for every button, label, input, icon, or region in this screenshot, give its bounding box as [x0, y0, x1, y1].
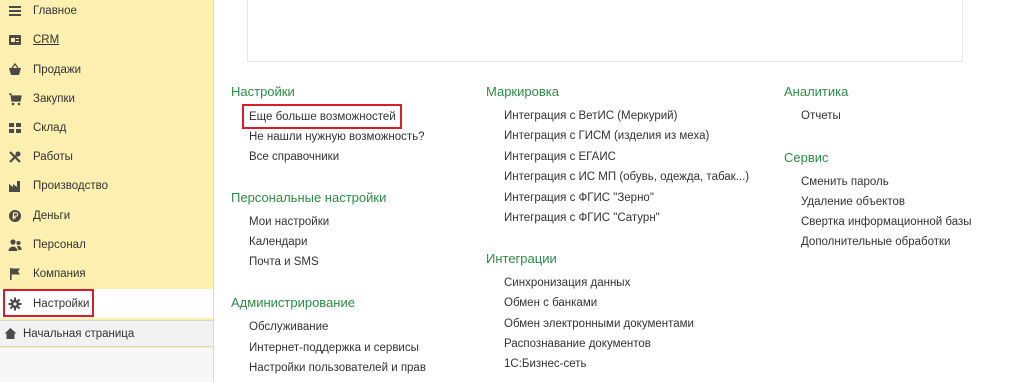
top-panel: [247, 0, 963, 62]
link-maintenance[interactable]: Обслуживание: [249, 321, 328, 333]
flag-icon: [8, 267, 22, 281]
link-reports[interactable]: Отчеты: [801, 110, 841, 122]
link-document-recognition[interactable]: Распознавание документов: [504, 338, 651, 350]
sidebar: Главное CRM Продажи Закупки Склад Работы: [0, 0, 214, 382]
sidebar-item-label: CRM: [33, 33, 60, 46]
menu-lines-icon: [8, 4, 22, 18]
sidebar-item-label: Склад: [33, 121, 67, 134]
factory-icon: [8, 179, 22, 193]
link-change-password[interactable]: Сменить пароль: [801, 176, 889, 188]
more-features-highlight-frame: [242, 104, 402, 129]
basket-icon: [8, 62, 22, 77]
link-is-mp[interactable]: Интеграция с ИС МП (обувь, одежда, табак…: [504, 171, 749, 183]
sidebar-item-crm[interactable]: CRM: [0, 25, 213, 54]
sidebar-item-warehouse[interactable]: Склад: [0, 113, 213, 142]
section-title-personal-settings: Персональные настройки: [231, 190, 387, 205]
warehouse-grid-icon: [8, 121, 22, 135]
section-title-integrations: Интеграции: [486, 251, 557, 266]
section-title-marking: Маркировка: [486, 84, 559, 99]
sidebar-bottom-area: [0, 348, 213, 382]
link-vetis[interactable]: Интеграция с ВетИС (Меркурий): [504, 110, 677, 122]
link-bank-exchange[interactable]: Обмен с банками: [504, 297, 597, 309]
link-additional-processors[interactable]: Дополнительные обработки: [801, 236, 950, 248]
sidebar-item-purchases[interactable]: Закупки: [0, 84, 213, 113]
section-title-service: Сервис: [784, 150, 829, 165]
crm-card-icon: [8, 33, 22, 47]
link-calendars[interactable]: Календари: [249, 236, 307, 248]
link-not-found-feature[interactable]: Не нашли нужную возможность?: [249, 131, 425, 143]
link-my-settings[interactable]: Мои настройки: [249, 216, 329, 228]
sidebar-item-money[interactable]: Деньги: [0, 201, 213, 230]
section-title-settings: Настройки: [231, 84, 295, 99]
link-delete-objects[interactable]: Удаление объектов: [801, 196, 905, 208]
link-mail-sms[interactable]: Почта и SMS: [249, 256, 319, 268]
sidebar-item-label: Закупки: [33, 92, 75, 105]
ruble-coin-icon: [8, 209, 22, 223]
link-egais[interactable]: Интеграция с ЕГАИС: [504, 151, 616, 163]
sidebar-item-main[interactable]: Главное: [0, 0, 213, 25]
link-data-sync[interactable]: Синхронизация данных: [504, 277, 630, 289]
link-internet-support[interactable]: Интернет-поддержка и сервисы: [249, 342, 419, 354]
link-business-network[interactable]: 1С:Бизнес-сеть: [504, 358, 587, 370]
link-fgis-saturn[interactable]: Интеграция с ФГИС "Сатурн": [504, 212, 660, 224]
sidebar-item-sales[interactable]: Продажи: [0, 55, 213, 84]
tools-icon: [8, 150, 22, 164]
sidebar-item-label: Продажи: [33, 63, 82, 76]
sidebar-item-label: Производство: [33, 179, 108, 192]
cart-icon: [8, 92, 22, 106]
sidebar-item-label: Персонал: [33, 238, 86, 251]
sidebar-item-label: Работы: [33, 150, 73, 163]
sidebar-item-company[interactable]: Компания: [0, 259, 213, 288]
link-gism[interactable]: Интеграция с ГИСМ (изделия из меха): [504, 130, 709, 142]
link-user-rights-settings[interactable]: Настройки пользователей и прав: [249, 362, 426, 374]
section-title-administration: Администрирование: [231, 295, 355, 310]
link-fgis-zerno[interactable]: Интеграция с ФГИС "Зерно": [504, 192, 654, 204]
section-title-analytics: Аналитика: [784, 84, 849, 99]
sidebar-item-works[interactable]: Работы: [0, 142, 213, 171]
sidebar-item-label: Деньги: [33, 209, 71, 222]
home-icon: [4, 327, 17, 340]
link-all-catalogs[interactable]: Все справочники: [249, 151, 339, 163]
settings-highlight-frame: [3, 289, 94, 317]
sidebar-item-personnel[interactable]: Персонал: [0, 230, 213, 259]
link-edi[interactable]: Обмен электронными документами: [504, 318, 694, 330]
home-page-label: Начальная страница: [23, 327, 135, 340]
sidebar-item-label: Главное: [33, 4, 77, 17]
link-infobase-collapse[interactable]: Свертка информационной базы: [801, 216, 972, 228]
sidebar-item-production[interactable]: Производство: [0, 171, 213, 200]
people-icon: [8, 238, 22, 252]
sidebar-item-label: Компания: [33, 267, 86, 280]
home-page-item[interactable]: Начальная страница: [0, 320, 213, 347]
